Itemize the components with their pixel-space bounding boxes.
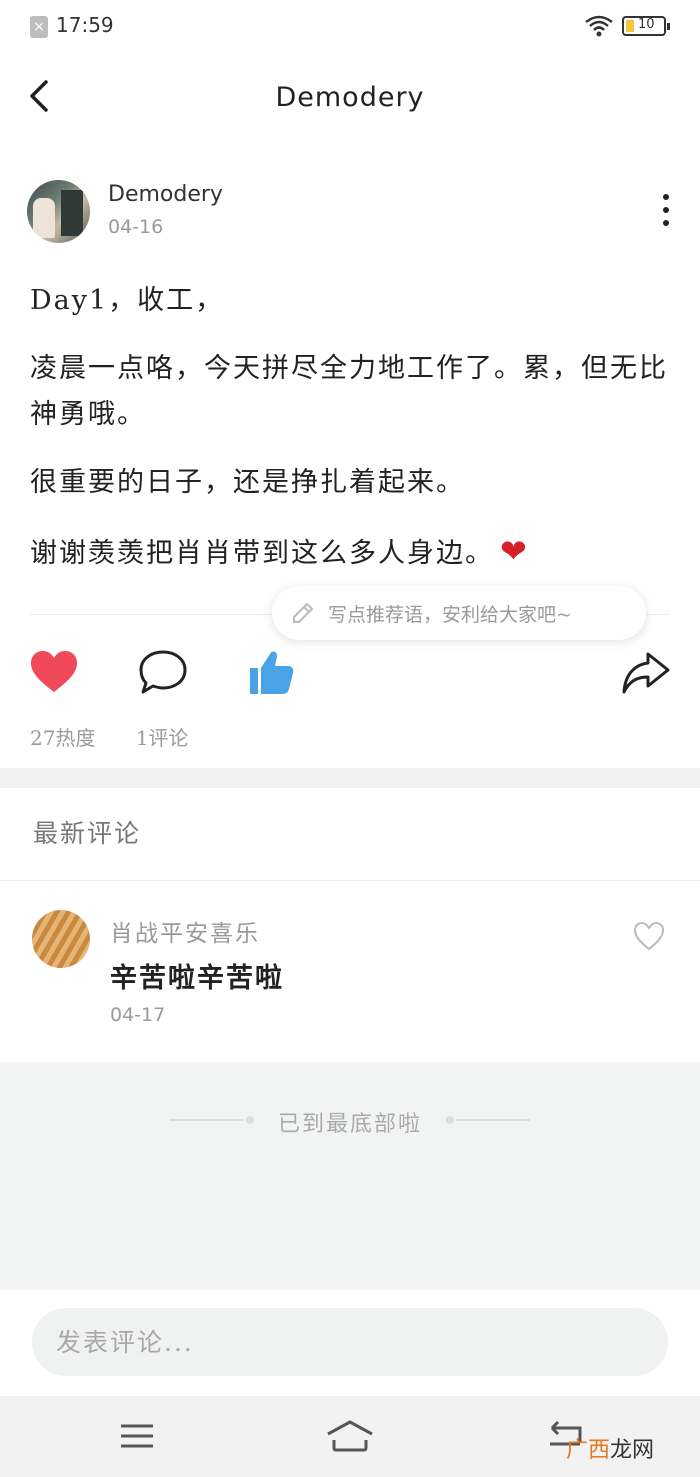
comment-input[interactable] bbox=[32, 1308, 668, 1376]
post-date: 04-16 bbox=[108, 216, 164, 238]
comment-text: 辛苦啦辛苦啦 bbox=[110, 963, 284, 994]
end-of-list-text: 已到最底部啦 bbox=[277, 1112, 422, 1137]
comment-username[interactable]: 肖战平安喜乐 bbox=[110, 914, 260, 948]
author-name[interactable]: Demodery bbox=[108, 182, 223, 207]
heart-icon[interactable] bbox=[28, 648, 80, 696]
section-gap bbox=[0, 768, 700, 788]
comment-input-bar bbox=[0, 1290, 700, 1396]
recommend-text: 写点推荐语，安利给大家吧~ bbox=[328, 604, 572, 626]
status-time: 17:59 bbox=[56, 13, 114, 37]
menu-icon[interactable] bbox=[112, 1416, 162, 1456]
notification-icon: × bbox=[30, 16, 48, 38]
comment-count[interactable]: 1评论 bbox=[136, 726, 189, 750]
author-row: Demodery 04-16 bbox=[0, 172, 700, 252]
comment-item: 肖战平安喜乐 辛苦啦辛苦啦 04-17 bbox=[0, 890, 700, 1062]
more-icon[interactable] bbox=[656, 194, 676, 234]
share-icon[interactable] bbox=[620, 648, 672, 696]
page-title: Demodery bbox=[275, 82, 425, 113]
end-of-list-area: 已到最底部啦 bbox=[0, 1062, 700, 1290]
thumbs-up-icon[interactable] bbox=[246, 648, 298, 696]
avatar[interactable] bbox=[32, 910, 90, 968]
heart-emoji-icon: ❤ bbox=[500, 532, 529, 570]
battery-level: 10 bbox=[638, 17, 655, 32]
action-row bbox=[0, 640, 700, 710]
post-paragraph: 谢谢羡羡把肖肖带到这么多人身边。 bbox=[30, 538, 494, 569]
post-paragraph-last: 谢谢羡羡把肖肖带到这么多人身边。 ❤ bbox=[30, 528, 670, 577]
pencil-icon bbox=[293, 603, 313, 623]
watermark-part2: 龙网 bbox=[610, 1438, 655, 1463]
watermark: 广西龙网 bbox=[566, 1432, 654, 1464]
heat-count: 27热度 bbox=[30, 726, 96, 750]
status-bar: × 17:59 10 bbox=[0, 0, 700, 54]
latest-comments-title: 最新评论 bbox=[33, 819, 142, 848]
post-stats: 27热度 1评论 bbox=[30, 722, 223, 751]
watermark-part1: 广西 bbox=[566, 1438, 611, 1463]
header: Demodery bbox=[0, 54, 700, 140]
end-line-right bbox=[456, 1119, 530, 1121]
post-paragraph: 很重要的日子，还是挣扎着起来。 bbox=[30, 467, 465, 498]
post-body: Day1，收工， 凌晨一点咯，今天拼尽全力地工作了。累，但无比神勇哦。 很重要的… bbox=[30, 278, 670, 599]
avatar[interactable] bbox=[27, 180, 90, 243]
divider bbox=[0, 880, 700, 881]
home-icon[interactable] bbox=[325, 1416, 375, 1456]
comment-date: 04-17 bbox=[110, 1004, 166, 1026]
post-paragraph: 凌晨一点咯，今天拼尽全力地工作了。累，但无比神勇哦。 bbox=[30, 353, 668, 430]
recommend-bubble[interactable]: 写点推荐语，安利给大家吧~ bbox=[272, 586, 646, 640]
wifi-icon bbox=[585, 15, 613, 37]
end-dot-right bbox=[446, 1116, 454, 1124]
like-outline-icon[interactable] bbox=[632, 920, 666, 952]
battery-icon: 10 bbox=[622, 16, 670, 36]
post-paragraph: Day1，收工， bbox=[30, 285, 225, 316]
chat-bubble-icon[interactable] bbox=[137, 648, 189, 696]
